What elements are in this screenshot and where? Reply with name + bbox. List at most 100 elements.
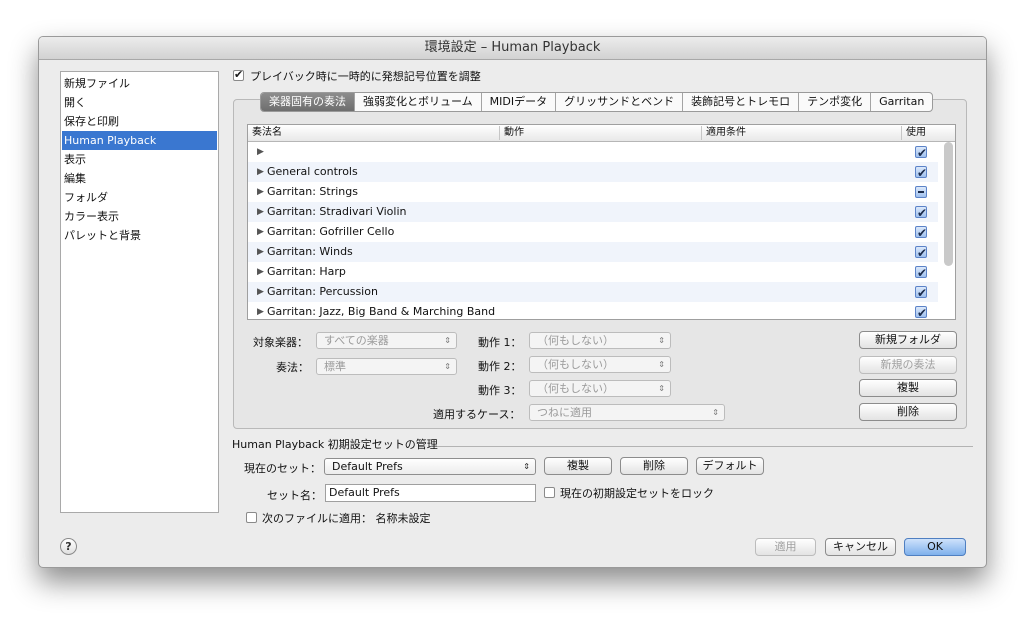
row-label: Garritan: Jazz, Big Band & Marching Band [267,305,496,318]
table-header: 奏法名 動作 適用条件 使用 [248,125,955,142]
use-checkbox[interactable] [915,143,927,163]
use-checkbox[interactable] [915,263,927,283]
use-checkbox[interactable] [915,243,927,263]
target-instrument-popup[interactable]: すべての楽器 ⇕ [316,332,457,349]
new-technique-button[interactable]: 新規の奏法 [859,356,957,374]
column-header-condition[interactable]: 適用条件 [701,126,746,140]
table-row[interactable]: ▶ [248,142,938,163]
apply-next-file-label: 次のファイルに適用： 名称未設定 [262,512,431,525]
set-name-field[interactable]: Default Prefs [325,484,536,502]
action3-popup[interactable]: （何もしない） ⇕ [529,380,671,397]
lock-set-checkbox[interactable] [544,487,555,498]
delete-technique-button[interactable]: 削除 [859,403,957,421]
help-icon[interactable]: ? [60,538,77,555]
tab-tempo-changes[interactable]: テンポ変化 [799,93,872,111]
disclosure-triangle-icon[interactable]: ▶ [257,222,264,242]
action2-value: （何もしない） [537,358,614,371]
tab-garritan[interactable]: Garritan [871,93,932,111]
disclosure-triangle-icon[interactable]: ▶ [257,182,264,202]
apply-case-popup[interactable]: つねに適用 ⇕ [529,404,725,421]
row-label: Garritan: Winds [267,245,353,258]
sidebar-item-palettes-background[interactable]: パレットと背景 [62,226,217,245]
default-set-button[interactable]: デフォルト [696,457,764,475]
table-scrollbar[interactable] [944,142,953,266]
technique-popup[interactable]: 標準 ⇕ [316,358,457,375]
sidebar-item-new-file[interactable]: 新規ファイル [62,74,217,93]
use-checkbox[interactable] [915,223,927,243]
tab-bar: 楽器固有の奏法 強弱変化とボリューム MIDIデータ グリッサンドとベンド 装飾… [260,92,934,112]
table-row[interactable]: ▶ Garritan: Gofriller Cello [248,222,938,243]
ok-button[interactable]: OK [904,538,966,556]
disclosure-triangle-icon[interactable]: ▶ [257,262,264,282]
row-label: Garritan: Strings [267,185,358,198]
disclosure-triangle-icon[interactable]: ▶ [257,302,264,319]
updown-arrows-icon: ⇕ [523,462,530,471]
lock-set-label: 現在の初期設定セットをロック [560,487,714,500]
action1-popup[interactable]: （何もしない） ⇕ [529,332,671,349]
row-label: General controls [267,165,358,178]
updown-arrows-icon: ⇕ [712,408,719,417]
sidebar-item-save-print[interactable]: 保存と印刷 [62,112,217,131]
table-row[interactable]: ▶ General controls [248,162,938,183]
table-row[interactable]: ▶ Garritan: Percussion [248,282,938,303]
use-checkbox[interactable] [915,303,927,319]
column-header-use[interactable]: 使用 [901,126,926,140]
tab-instrument-techniques[interactable]: 楽器固有の奏法 [261,93,355,111]
column-header-action[interactable]: 動作 [499,126,524,140]
sidebar-item-human-playback[interactable]: Human Playback [62,131,217,150]
row-label: Garritan: Percussion [267,285,378,298]
sidebar-item-color-display[interactable]: カラー表示 [62,207,217,226]
technique-value: 標準 [324,360,346,373]
apply-button[interactable]: 適用 [755,538,816,556]
column-header-technique-name[interactable]: 奏法名 [248,126,282,140]
cancel-button[interactable]: キャンセル [825,538,896,556]
disclosure-triangle-icon[interactable]: ▶ [257,162,264,182]
techniques-table: 奏法名 動作 適用条件 使用 ▶ ▶ General controls ▶ Ga… [247,124,956,320]
preferences-window: 環境設定 – Human Playback 新規ファイル 開く 保存と印刷 Hu… [38,36,987,568]
updown-arrows-icon: ⇕ [658,360,665,369]
action2-popup[interactable]: （何もしない） ⇕ [529,356,671,373]
sidebar-item-edit[interactable]: 編集 [62,169,217,188]
new-folder-button[interactable]: 新規フォルダ [859,331,957,349]
apply-case-label: 適用するケース： [433,408,521,421]
updown-arrows-icon: ⇕ [658,384,665,393]
sidebar-item-display[interactable]: 表示 [62,150,217,169]
sidebar-item-folders[interactable]: フォルダ [62,188,217,207]
updown-arrows-icon: ⇕ [444,362,451,371]
adjust-expressions-checkbox[interactable] [233,68,244,81]
action1-label: 動作 1： [478,336,522,349]
tab-midi-data[interactable]: MIDIデータ [482,93,557,111]
updown-arrows-icon: ⇕ [444,336,451,345]
disclosure-triangle-icon[interactable]: ▶ [257,242,264,262]
action1-value: （何もしない） [537,334,614,347]
updown-arrows-icon: ⇕ [658,336,665,345]
use-checkbox[interactable] [915,283,927,303]
tab-dynamics-volume[interactable]: 強弱変化とボリューム [355,93,482,111]
use-checkbox[interactable] [915,163,927,183]
use-checkbox[interactable] [915,203,927,223]
technique-label: 奏法： [276,361,309,374]
disclosure-triangle-icon[interactable]: ▶ [257,142,264,162]
row-label: Garritan: Harp [267,265,346,278]
adjust-expressions-label: プレイバック時に一時的に発想記号位置を調整 [250,70,481,83]
use-checkbox[interactable] [915,186,927,198]
current-set-popup[interactable]: Default Prefs ⇕ [324,458,536,475]
apply-next-file-checkbox[interactable] [246,512,257,523]
section-divider [437,446,973,447]
delete-set-button[interactable]: 削除 [620,457,688,475]
tab-glissando-bend[interactable]: グリッサンドとベンド [556,93,684,111]
target-instrument-value: すべての楽器 [324,334,389,347]
tab-ornaments-tremolo[interactable]: 装飾記号とトレモロ [683,93,800,111]
table-row[interactable]: ▶ Garritan: Winds [248,242,938,263]
table-row[interactable]: ▶ Garritan: Strings [248,182,938,202]
disclosure-triangle-icon[interactable]: ▶ [257,282,264,302]
table-row[interactable]: ▶ Garritan: Jazz, Big Band & Marching Ba… [248,302,938,319]
duplicate-technique-button[interactable]: 複製 [859,379,957,397]
disclosure-triangle-icon[interactable]: ▶ [257,202,264,222]
sidebar-item-open[interactable]: 開く [62,93,217,112]
duplicate-set-button[interactable]: 複製 [544,457,612,475]
target-instrument-label: 対象楽器： [253,336,308,349]
preferences-sidebar: 新規ファイル 開く 保存と印刷 Human Playback 表示 編集 フォル… [60,71,219,513]
table-row[interactable]: ▶ Garritan: Stradivari Violin [248,202,938,223]
table-row[interactable]: ▶ Garritan: Harp [248,262,938,283]
